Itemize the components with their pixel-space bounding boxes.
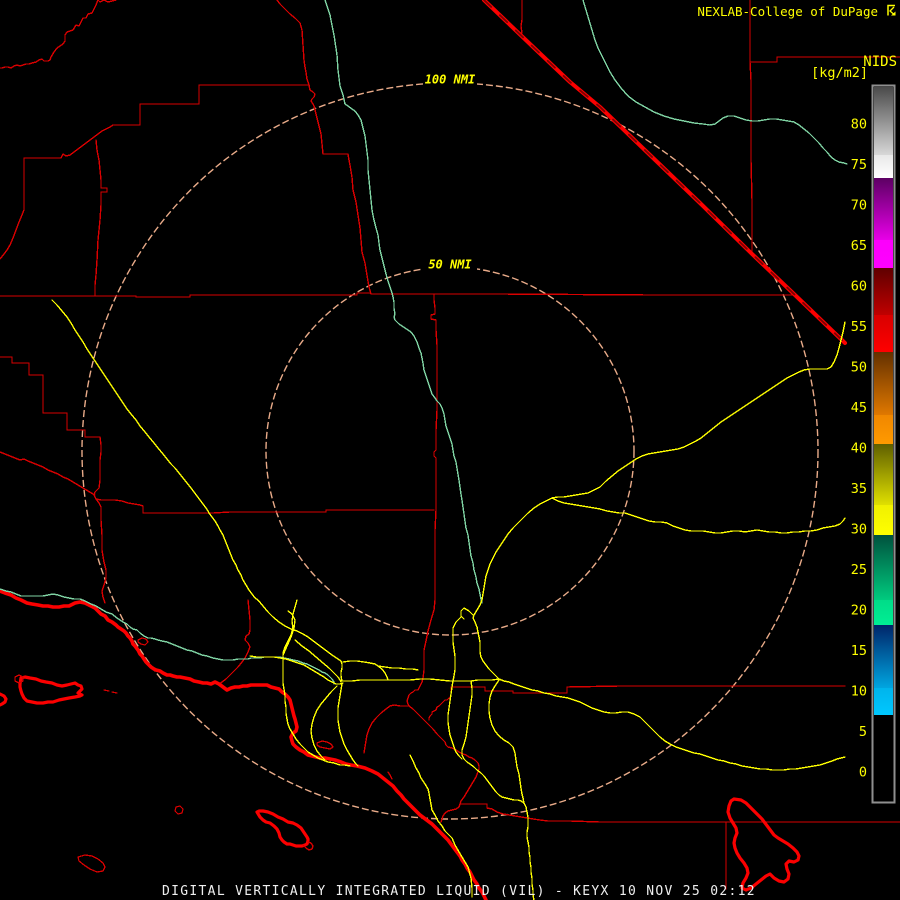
product-caption: DIGITAL VERTICALLY INTEGRATED LIQUID (VI… [162,884,756,899]
product-label: NIDS [863,54,897,70]
text-overlay: NEXLAB-College of DuPage NIDS [kg/m2] DI… [162,4,897,899]
radar-display: 50 NMI 100 NMI 80 75 70 65 60 55 50 45 40 35 30 25 20 1… [0,0,900,900]
units-label: [kg/m2] [811,65,868,81]
brand-text: NEXLAB-College of DuPage [697,4,878,19]
